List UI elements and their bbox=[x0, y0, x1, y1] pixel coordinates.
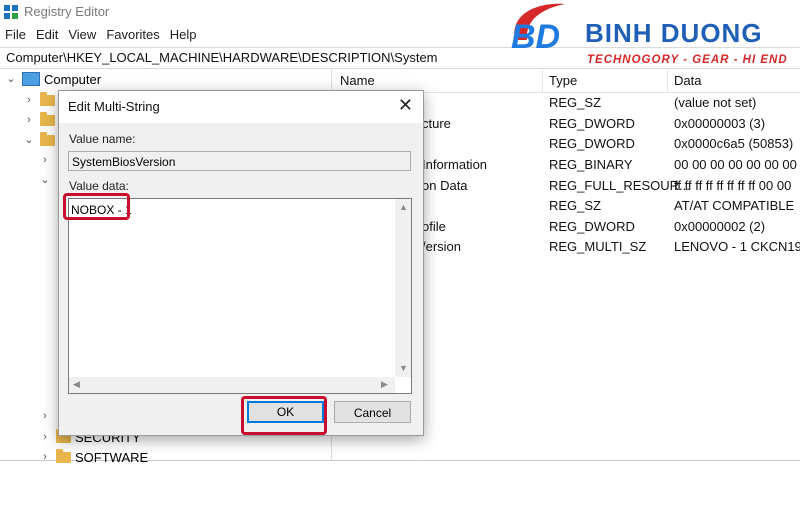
scroll-left-icon[interactable]: ◀ bbox=[73, 379, 80, 390]
value-type: REG_BINARY bbox=[549, 157, 633, 172]
tree-item-folder[interactable]: ⌄ bbox=[40, 170, 50, 190]
column-type[interactable]: Type bbox=[549, 73, 577, 88]
logo-mark: BD bbox=[511, 18, 561, 56]
tree-item-folder[interactable]: › bbox=[24, 110, 55, 130]
value-data: 0x00000003 (3) bbox=[674, 116, 766, 131]
tree-item-software[interactable]: › SOFTWARE bbox=[40, 447, 148, 467]
vertical-scrollbar[interactable]: ▲ ▼ bbox=[395, 199, 411, 377]
folder-icon bbox=[40, 91, 55, 106]
chevron-down-icon[interactable]: ⌄ bbox=[6, 74, 16, 85]
scroll-up-icon[interactable]: ▲ bbox=[399, 202, 408, 212]
close-icon[interactable]: ✕ bbox=[398, 95, 413, 116]
edit-multi-string-dialog: Edit Multi-String ✕ Value name: SystemBi… bbox=[58, 90, 424, 436]
scroll-right-icon[interactable]: ▶ bbox=[381, 379, 388, 390]
chevron-down-icon[interactable]: ⌄ bbox=[40, 175, 50, 186]
value-type: REG_MULTI_SZ bbox=[549, 239, 647, 254]
value-name: /ersion bbox=[422, 239, 462, 254]
value-type: REG_DWORD bbox=[549, 116, 635, 131]
folder-icon bbox=[40, 131, 55, 146]
value-type: REG_SZ bbox=[549, 95, 602, 110]
folder-icon bbox=[56, 448, 71, 463]
column-divider[interactable] bbox=[542, 68, 543, 92]
menu-view[interactable]: View bbox=[63, 26, 101, 46]
value-data-textarea[interactable]: NOBOX - 1 ▲ ▼ ◀ ▶ bbox=[68, 198, 412, 394]
value-data: AT/AT COMPATIBLE bbox=[674, 198, 795, 213]
value-data-label: Value data: bbox=[69, 179, 129, 193]
chevron-right-icon[interactable]: › bbox=[24, 115, 34, 126]
brand-logo: BD BINH DUONG TECHNOGORY - GEAR - HI END bbox=[505, 0, 800, 68]
value-data: ff ff ff ff ff ff ff ff 00 00 bbox=[674, 178, 792, 193]
column-data[interactable]: Data bbox=[674, 73, 701, 88]
ok-button-highlight bbox=[241, 396, 327, 435]
value-type: REG_DWORD bbox=[549, 219, 635, 234]
value-data: 0x0000c6a5 (50853) bbox=[674, 136, 794, 151]
value-type: REG_SZ bbox=[549, 198, 602, 213]
value-name: Information bbox=[422, 157, 488, 172]
chevron-right-icon[interactable]: › bbox=[40, 432, 50, 443]
dialog-title: Edit Multi-String bbox=[68, 99, 160, 114]
chevron-right-icon[interactable]: › bbox=[40, 411, 50, 422]
tree-item-computer[interactable]: ⌄ Computer bbox=[6, 69, 101, 89]
value-data: 00 00 00 00 00 00 00 00 bbox=[674, 157, 800, 172]
value-name-label: Value name: bbox=[69, 132, 136, 146]
chevron-right-icon[interactable]: › bbox=[40, 155, 50, 166]
dialog-body: Value name: SystemBiosVersion Value data… bbox=[59, 123, 423, 435]
tree-item-label: SOFTWARE bbox=[75, 449, 149, 465]
chevron-down-icon[interactable]: ⌄ bbox=[24, 135, 34, 146]
registry-editor-icon bbox=[4, 5, 18, 19]
value-data: 0x00000002 (2) bbox=[674, 219, 766, 234]
tree-item-folder[interactable]: › bbox=[40, 406, 50, 426]
value-name: on Data bbox=[422, 178, 468, 193]
value-name: cture bbox=[422, 116, 451, 131]
folder-icon bbox=[40, 111, 55, 126]
value-name: ofile bbox=[422, 219, 446, 234]
menu-file[interactable]: File bbox=[0, 26, 31, 46]
cancel-button[interactable]: Cancel bbox=[334, 401, 411, 423]
address-path: Computer\HKEY_LOCAL_MACHINE\HARDWARE\DES… bbox=[6, 50, 438, 65]
logo-tagline: TECHNOGORY - GEAR - HI END bbox=[587, 54, 788, 66]
tree-item-label: Computer bbox=[44, 71, 102, 87]
value-data-highlight bbox=[63, 193, 130, 220]
menu-edit[interactable]: Edit bbox=[31, 26, 63, 46]
chevron-right-icon[interactable]: › bbox=[40, 452, 50, 463]
column-name[interactable]: Name bbox=[340, 73, 375, 88]
value-type: REG_FULL_RESOUR... bbox=[549, 178, 690, 193]
chevron-right-icon[interactable]: › bbox=[24, 95, 34, 106]
value-data: LENOVO - 1 CKCN19W bbox=[674, 239, 800, 254]
menu-bar: File Edit View Favorites Help bbox=[0, 26, 202, 46]
column-divider[interactable] bbox=[667, 68, 668, 92]
menu-help[interactable]: Help bbox=[165, 26, 202, 46]
tree-item-folder[interactable]: › bbox=[40, 150, 50, 170]
scroll-down-icon[interactable]: ▼ bbox=[399, 363, 408, 373]
horizontal-scrollbar[interactable]: ◀ ▶ bbox=[69, 377, 395, 393]
menu-favorites[interactable]: Favorites bbox=[101, 26, 164, 46]
logo-brand: BINH DUONG bbox=[585, 18, 763, 48]
value-name-field[interactable]: SystemBiosVersion bbox=[68, 151, 411, 171]
tree-item-folder[interactable]: › bbox=[24, 90, 55, 110]
window-title: Registry Editor bbox=[24, 4, 110, 19]
tree-item-folder[interactable]: ⌄ bbox=[24, 130, 55, 150]
computer-icon bbox=[22, 72, 40, 86]
value-data: (value not set) bbox=[674, 95, 757, 110]
value-type: REG_DWORD bbox=[549, 136, 635, 151]
